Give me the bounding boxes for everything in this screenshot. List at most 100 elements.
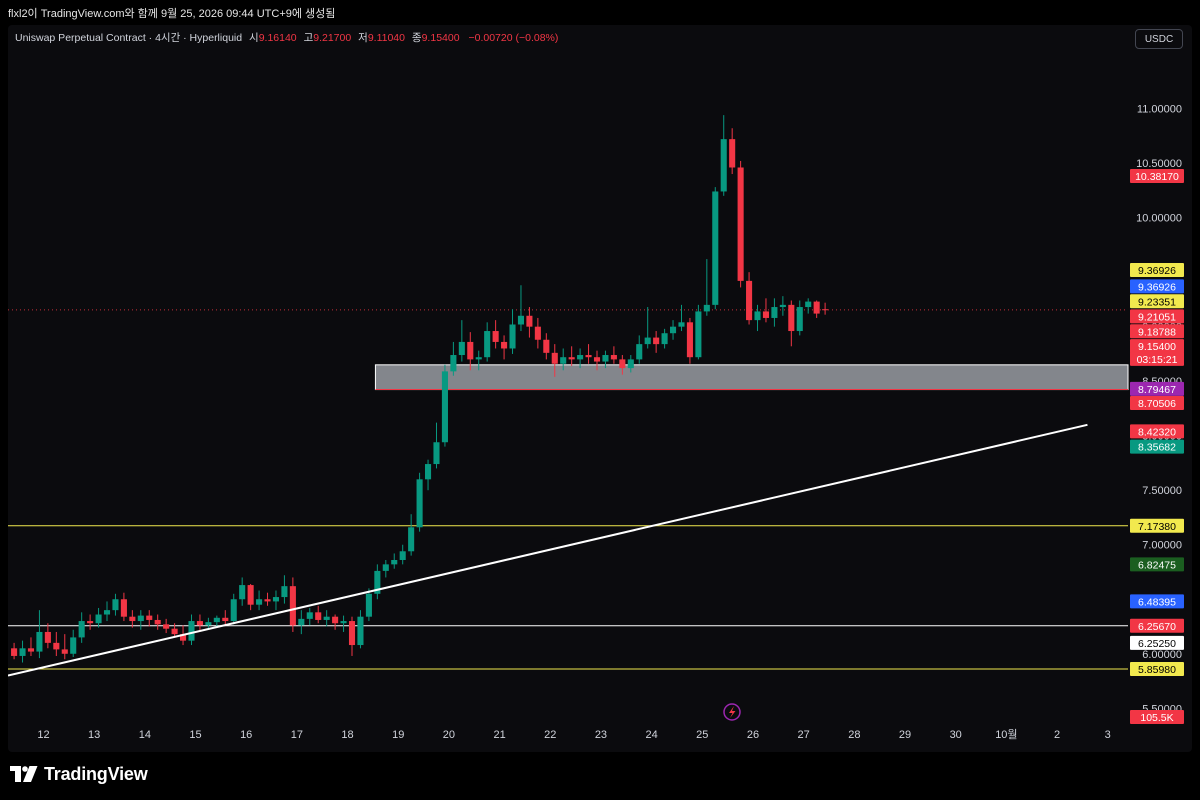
- price-label: 8.42320: [1130, 424, 1184, 439]
- candle: [695, 304, 702, 360]
- price-label: 6.25670: [1130, 618, 1184, 633]
- time-tick-label: 19: [392, 729, 404, 741]
- candle: [661, 328, 668, 349]
- tradingview-logo[interactable]: TradingView: [10, 764, 148, 784]
- candle: [332, 614, 339, 630]
- candle-body: [188, 621, 195, 641]
- price-label-text: 5.85980: [1138, 664, 1176, 676]
- candle: [526, 307, 533, 338]
- candle-body: [408, 527, 415, 552]
- candle: [391, 553, 398, 569]
- candle-body: [205, 622, 212, 626]
- price-label-text: 8.42320: [1138, 426, 1176, 438]
- legend-low-label: 저: [358, 32, 368, 44]
- support-zone: [374, 364, 1129, 391]
- price-label: 10.38170: [1130, 169, 1184, 184]
- candle-body: [669, 326, 677, 334]
- price-tick-label: 7.50000: [1142, 485, 1182, 497]
- candle-body: [323, 616, 330, 620]
- candle-body: [19, 648, 26, 656]
- candle-body: [602, 355, 609, 362]
- candle: [669, 320, 677, 340]
- legend-high-label: 고: [303, 32, 314, 44]
- candle-body: [627, 359, 634, 369]
- candle-body: [467, 341, 474, 360]
- candle: [36, 610, 43, 659]
- candle-body: [163, 624, 170, 629]
- candle-body: [619, 359, 626, 369]
- candle-body: [70, 637, 77, 654]
- candle-body: [36, 631, 43, 652]
- candle: [365, 588, 372, 622]
- candle: [239, 577, 246, 606]
- price-chart[interactable]: 11.0000010.5000010.000009.500009.000008.…: [8, 25, 1192, 752]
- candle: [44, 623, 51, 649]
- candle-body: [720, 139, 727, 192]
- candle: [315, 605, 322, 624]
- time-tick-label: 12: [37, 729, 49, 741]
- time-tick-label: 26: [747, 729, 759, 741]
- price-label-text: 9.18788: [1138, 326, 1176, 338]
- time-tick-label: 17: [291, 729, 303, 741]
- candle: [382, 559, 389, 578]
- candle-body: [610, 355, 617, 360]
- candle-body: [129, 616, 136, 622]
- candle-body: [416, 479, 423, 528]
- candle-body: [526, 315, 533, 327]
- price-label-text: 03:15:21: [1137, 354, 1178, 366]
- candle: [103, 601, 111, 622]
- price-label-text: 8.35682: [1138, 442, 1176, 454]
- candle-body: [399, 551, 406, 560]
- candle-body: [695, 311, 702, 358]
- candle: [222, 610, 229, 626]
- price-label-text: 6.82475: [1138, 559, 1176, 571]
- candle: [95, 607, 102, 628]
- candle-body: [661, 333, 668, 345]
- time-tick-label: 22: [544, 729, 556, 741]
- candle-body: [365, 593, 372, 617]
- candle-body: [382, 564, 389, 571]
- candle-body: [230, 599, 237, 622]
- time-tick-label: 27: [798, 729, 810, 741]
- candle-body: [357, 616, 364, 646]
- candle: [289, 577, 296, 632]
- candle: [450, 341, 457, 376]
- price-label: 9.23351: [1130, 294, 1184, 309]
- candle-body: [44, 631, 51, 643]
- legend-open-value: 9.16140: [258, 32, 297, 44]
- candle-body: [779, 304, 786, 308]
- candle-body: [61, 649, 68, 654]
- candle: [813, 300, 820, 318]
- candle-body: [813, 301, 820, 314]
- candle-body: [458, 341, 465, 356]
- lightning-icon[interactable]: [723, 703, 741, 721]
- candle-body: [754, 311, 761, 321]
- candle-body: [517, 315, 525, 325]
- price-label-text: 9.36926: [1138, 281, 1176, 293]
- price-label: 9.15400: [1130, 339, 1184, 354]
- candle-body: [78, 621, 85, 638]
- candle-body: [53, 642, 60, 650]
- candle: [644, 307, 651, 349]
- chart-legend: Uniswap Perpetual Contract · 4시간 · Hyper…: [15, 30, 558, 45]
- candle-body: [492, 331, 499, 342]
- candle: [458, 320, 465, 362]
- legend-close-value: 9.15400: [421, 32, 460, 44]
- price-label: 6.82475: [1130, 557, 1184, 572]
- candle: [247, 583, 254, 611]
- price-label: 7.17380: [1130, 518, 1184, 533]
- candle: [534, 317, 541, 349]
- chart-panel[interactable]: 11.0000010.5000010.000009.500009.000008.…: [8, 25, 1192, 752]
- candle: [729, 128, 736, 175]
- candle: [196, 614, 203, 632]
- candle-body: [256, 599, 263, 605]
- candle-body: [281, 586, 288, 598]
- candle: [408, 514, 415, 556]
- candle: [492, 320, 499, 349]
- currency-button[interactable]: USDC: [1135, 29, 1183, 49]
- candle: [678, 304, 685, 332]
- price-label-text: 7.17380: [1138, 521, 1176, 533]
- candle-body: [11, 648, 18, 656]
- candle-body: [239, 585, 246, 600]
- candle-body: [788, 304, 795, 332]
